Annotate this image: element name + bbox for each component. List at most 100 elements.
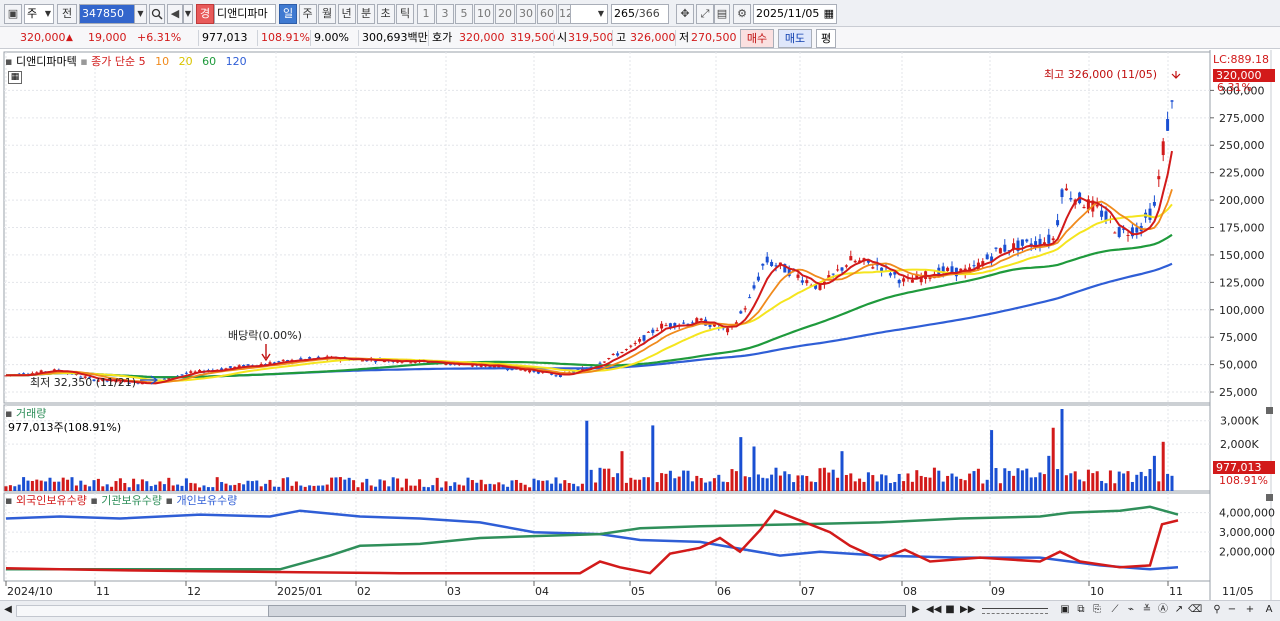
fast-forward-icon[interactable]: ▶▶ <box>960 603 975 619</box>
volume-bar <box>325 484 329 491</box>
period-button[interactable]: 주 <box>298 4 317 24</box>
trend-icon[interactable]: ⌁ <box>1124 603 1138 619</box>
evaluate-button[interactable]: 평 <box>816 29 836 48</box>
scroll-right-icon[interactable]: ▶ <box>910 603 922 619</box>
buy-button[interactable]: 매수 <box>740 29 774 48</box>
calendar-icon[interactable]: ▦ <box>824 5 834 23</box>
table-toggle-icon[interactable]: ▦ <box>8 71 22 84</box>
date-input[interactable]: 2025/11/05 ▦ <box>753 4 837 24</box>
high-price: 326,000 <box>630 31 676 44</box>
stock-code-input[interactable]: 347850 <box>79 4 135 24</box>
window-menu-icon[interactable]: ▣ <box>4 4 22 24</box>
volume-bar <box>286 477 290 491</box>
speaker-icon[interactable]: ◀ <box>167 4 183 24</box>
candle-body <box>946 267 950 271</box>
zoom-slider[interactable] <box>982 608 1048 614</box>
autoscale-icon[interactable]: A <box>1262 603 1276 619</box>
candle-body <box>831 273 835 275</box>
volume-bar <box>171 485 175 491</box>
volume-bar <box>756 474 760 491</box>
foreign-holdings-label: 외국인보유수량 <box>15 494 87 507</box>
volume-bar <box>752 446 756 491</box>
period-button[interactable]: 틱 <box>396 4 414 24</box>
change-percent: +6.31% <box>137 31 182 44</box>
interval-button[interactable]: 5 <box>455 4 473 24</box>
volume-bar <box>440 487 444 491</box>
period-button[interactable]: 월 <box>318 4 336 24</box>
bar-count[interactable]: 265/366 <box>611 4 669 24</box>
speaker-dropdown-icon[interactable]: ▼ <box>183 4 193 24</box>
plus-icon[interactable]: + <box>1244 603 1256 619</box>
eraser-icon[interactable]: ⌫ <box>1188 603 1202 619</box>
volume-bar <box>149 486 153 491</box>
fibo-icon[interactable]: ≚ <box>1140 603 1154 619</box>
volume-bar <box>356 487 360 491</box>
layout-icon[interactable]: ▣ <box>1058 603 1072 619</box>
scroll-thumb[interactable] <box>268 605 906 617</box>
volume-bar <box>215 477 219 491</box>
volume-axis-label: 3,000K <box>1220 415 1259 428</box>
volume-bar <box>523 484 527 491</box>
interval-button[interactable]: 10 <box>474 4 494 24</box>
text-tool-icon[interactable]: Ⓐ <box>1156 603 1170 619</box>
up-arrow-icon: ▲ <box>66 33 73 43</box>
x-axis-label: 08 <box>903 585 917 598</box>
legend-marker-icon: ▪ <box>5 55 13 68</box>
lc-label: LC:889.18 <box>1213 53 1270 66</box>
interval-button[interactable]: 60 <box>537 4 557 24</box>
volume-bar <box>26 480 30 491</box>
sell-button[interactable]: 매도 <box>778 29 812 48</box>
candle-body <box>739 311 743 314</box>
gear-icon[interactable]: ⚙ <box>733 4 751 24</box>
chart-canvas[interactable]: 2024/10 11 12 2025/01 02 03 04 05 06 07 08 09 10 11 11… <box>0 50 1280 600</box>
candle-body <box>902 278 906 282</box>
line-draw-icon[interactable]: ⟋ <box>1108 603 1122 619</box>
interval-button[interactable]: 3 <box>436 4 454 24</box>
market-select[interactable]: 주 ▼ <box>24 4 54 24</box>
interval-button[interactable]: 1 <box>417 4 435 24</box>
y-axis-label: 75,000 <box>1219 331 1258 344</box>
interval-input[interactable]: ▼ <box>570 4 608 24</box>
minus-icon[interactable]: − <box>1226 603 1238 619</box>
copy-icon[interactable]: ⎘ <box>1090 603 1104 619</box>
volume-bar <box>580 483 584 491</box>
bid-price: 319,500 <box>510 31 556 44</box>
period-button[interactable]: 일 <box>279 4 297 24</box>
volume-bar <box>409 485 413 491</box>
volume-bar <box>664 473 668 491</box>
candle-body <box>1047 234 1051 244</box>
stop-icon[interactable]: ■ <box>944 603 956 619</box>
volume-bar <box>413 485 417 491</box>
compare-icon[interactable]: ⧉ <box>1074 603 1088 619</box>
candle-body <box>888 273 892 276</box>
search-icon[interactable] <box>149 4 165 24</box>
legend-marker-icon: ▪ <box>80 55 88 68</box>
interval-button[interactable]: 30 <box>516 4 536 24</box>
volume-bar <box>246 480 250 491</box>
period-button[interactable]: 초 <box>376 4 395 24</box>
legend-marker-icon: ▪ <box>165 494 173 507</box>
candle-body <box>1126 235 1130 237</box>
save-icon[interactable]: ▤ <box>714 4 730 24</box>
period-button[interactable]: 분 <box>357 4 375 24</box>
scroll-left-icon[interactable]: ◀ <box>2 603 14 619</box>
volume-bar <box>13 486 17 491</box>
volume-bar <box>976 468 980 491</box>
prev-button[interactable]: 전 <box>57 4 77 24</box>
interval-button[interactable]: 20 <box>495 4 515 24</box>
volume-bar <box>79 480 83 491</box>
warning-badge: 경 <box>196 4 214 24</box>
pin-icon[interactable]: ✥ <box>676 4 694 24</box>
volume-bar <box>1007 470 1011 491</box>
code-dropdown-icon[interactable]: ▼ <box>134 4 147 24</box>
period-button[interactable]: 년 <box>337 4 356 24</box>
rewind-icon[interactable]: ◀◀ <box>926 603 941 619</box>
crosshair-icon[interactable]: ⤢ <box>696 4 714 24</box>
volume-bar <box>620 451 624 491</box>
y-axis-label: 125,000 <box>1219 276 1265 289</box>
candle-body <box>528 370 532 373</box>
arrow-tool-icon[interactable]: ↗ <box>1172 603 1186 619</box>
volume-bar <box>1034 477 1038 491</box>
chart-scrollbar[interactable]: ◀ ▶ ◀◀ ■ ▶▶ ▣ ⧉ ⎘ ⟋ ⌁ ≚ Ⓐ ↗ ⌫ ⚲ − + A <box>0 600 1280 621</box>
zoom-icon[interactable]: ⚲ <box>1210 603 1224 619</box>
